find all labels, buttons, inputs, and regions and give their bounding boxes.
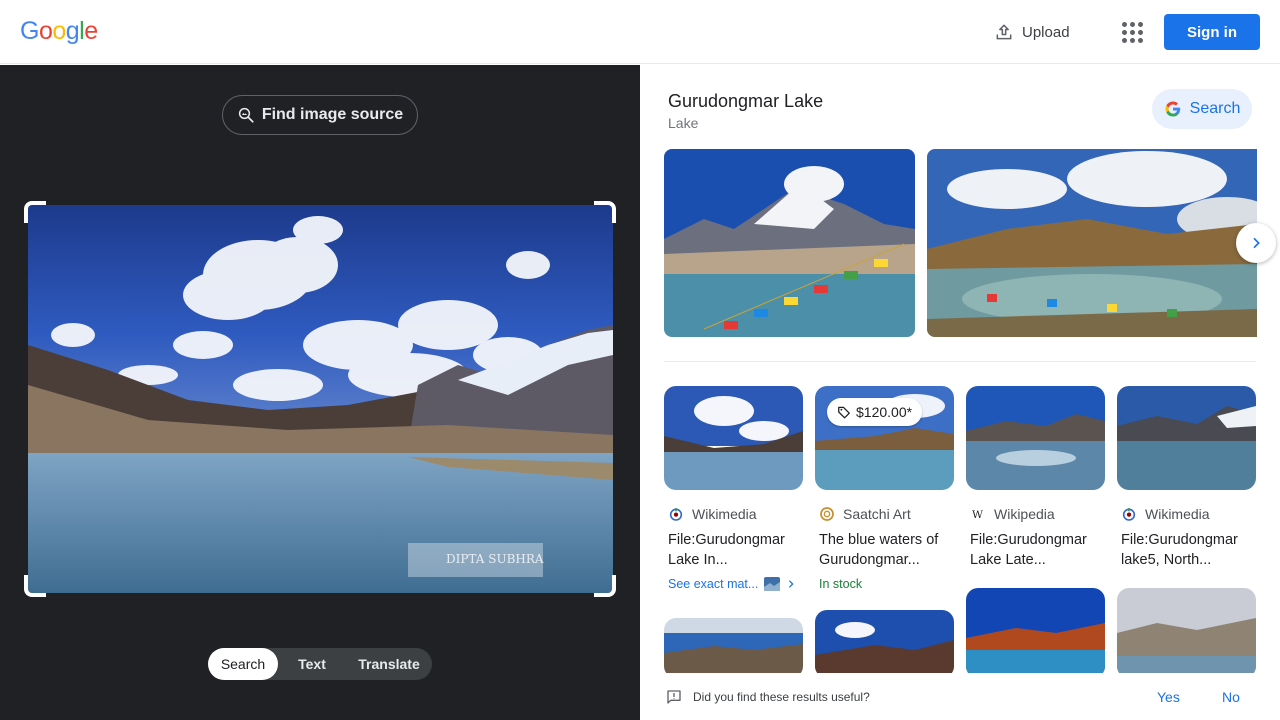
result-source: Saatchi Art <box>843 506 911 522</box>
result-source: Wikimedia <box>692 506 757 522</box>
feedback-icon <box>667 689 681 704</box>
wikimedia-icon <box>1122 508 1136 521</box>
svg-text:W: W <box>972 508 983 521</box>
logo-letter: g <box>65 17 80 45</box>
upload-icon <box>996 24 1012 40</box>
exact-match-thumb-icon <box>764 577 781 591</box>
saatchi-art-icon <box>820 507 834 521</box>
logo-letter: G <box>20 17 39 45</box>
entity-search-button[interactable]: Search <box>1152 89 1252 129</box>
next-images-button[interactable] <box>1236 223 1276 263</box>
price-value: $120.00* <box>856 404 913 420</box>
entity-title[interactable]: Gurudongmar Lake <box>668 91 823 112</box>
logo-letter: o <box>38 17 53 45</box>
result-thumbnail[interactable] <box>815 610 954 678</box>
see-exact-matches-label: See exact mat... <box>668 577 759 591</box>
feedback-question: Did you find these results useful? <box>693 689 870 704</box>
result-thumbnail[interactable]: $120.00* <box>815 386 954 490</box>
upload-button[interactable]: Upload <box>986 16 1078 48</box>
wikipedia-icon: W <box>972 508 983 521</box>
entity-search-label: Search <box>1189 100 1241 117</box>
result-card[interactable]: Wikimedia File:Gurudongmar Lake In... Se… <box>664 386 803 591</box>
entity-subtitle: Lake <box>668 115 699 131</box>
result-card[interactable]: W Wikipedia File:Gurudongmar Lake Late..… <box>966 386 1105 570</box>
stock-status: In stock <box>819 577 863 591</box>
query-photo: DIPTA SUBHRA <box>28 205 613 593</box>
result-thumbnail[interactable] <box>1117 386 1256 490</box>
google-g-icon <box>1165 101 1180 117</box>
feedback-yes-button[interactable]: Yes <box>1157 689 1180 705</box>
find-image-source-button[interactable]: Find image source <box>222 95 418 135</box>
logo-letter: o <box>52 17 66 45</box>
image-search-icon <box>238 107 254 123</box>
result-title[interactable]: The blue waters of Gurudongmar... <box>815 530 954 570</box>
feedback-no-button[interactable]: No <box>1222 689 1240 705</box>
google-logo[interactable]: G o o g l e <box>20 17 98 46</box>
section-divider <box>664 361 1256 362</box>
photo-watermark: DIPTA SUBHRA <box>446 552 544 566</box>
entity-image-2[interactable] <box>927 149 1257 337</box>
search-mode-toggle: Search Text Translate <box>208 648 432 680</box>
feedback-bar: Did you find these results useful? Yes N… <box>640 673 1280 720</box>
top-bar: G o o g l e Upload Sign in <box>0 0 1280 64</box>
mode-search-tab[interactable]: Search <box>208 648 278 680</box>
logo-letter: e <box>84 17 98 45</box>
apps-grid-icon[interactable] <box>1116 16 1148 48</box>
result-title[interactable]: File:Gurudongmar Lake Late... <box>966 530 1105 570</box>
result-title[interactable]: File:Gurudongmar lake5, North... <box>1117 530 1256 570</box>
result-thumbnail[interactable] <box>1117 588 1256 678</box>
upload-label: Upload <box>1022 23 1070 41</box>
result-thumbnail[interactable] <box>966 588 1105 678</box>
result-source: Wikimedia <box>1145 506 1210 522</box>
result-card[interactable]: Wikimedia File:Gurudongmar lake5, North.… <box>1117 386 1256 570</box>
result-card[interactable]: $120.00* Saatchi Art The blue waters of … <box>815 386 954 591</box>
price-badge: $120.00* <box>827 398 923 426</box>
find-image-source-label: Find image source <box>261 106 404 123</box>
crop-corner-bottom-left[interactable] <box>24 575 46 597</box>
crop-corner-bottom-right[interactable] <box>594 575 616 597</box>
mode-translate-tab[interactable]: Translate <box>346 648 432 680</box>
crop-corner-top-left[interactable] <box>24 201 46 223</box>
crop-corner-top-right[interactable] <box>594 201 616 223</box>
entity-image-1[interactable] <box>664 149 915 337</box>
sign-in-button[interactable]: Sign in <box>1164 14 1260 50</box>
result-source: Wikipedia <box>994 506 1055 522</box>
query-image-pane: Find image source DIPTA SUBHRA Search Te… <box>0 65 640 720</box>
result-thumbnail[interactable] <box>664 618 803 678</box>
tag-icon <box>838 406 850 419</box>
chevron-right-icon <box>789 580 794 588</box>
result-thumbnail[interactable] <box>966 386 1105 490</box>
result-title[interactable]: File:Gurudongmar Lake In... <box>664 530 803 570</box>
results-pane: Gurudongmar Lake Lake Search Wikimedia F… <box>640 65 1280 720</box>
mode-text-tab[interactable]: Text <box>278 648 346 680</box>
chevron-right-icon <box>1253 237 1260 249</box>
see-exact-matches-link[interactable]: See exact mat... <box>664 577 803 591</box>
result-thumbnail[interactable] <box>664 386 803 490</box>
wikimedia-icon <box>669 508 683 521</box>
